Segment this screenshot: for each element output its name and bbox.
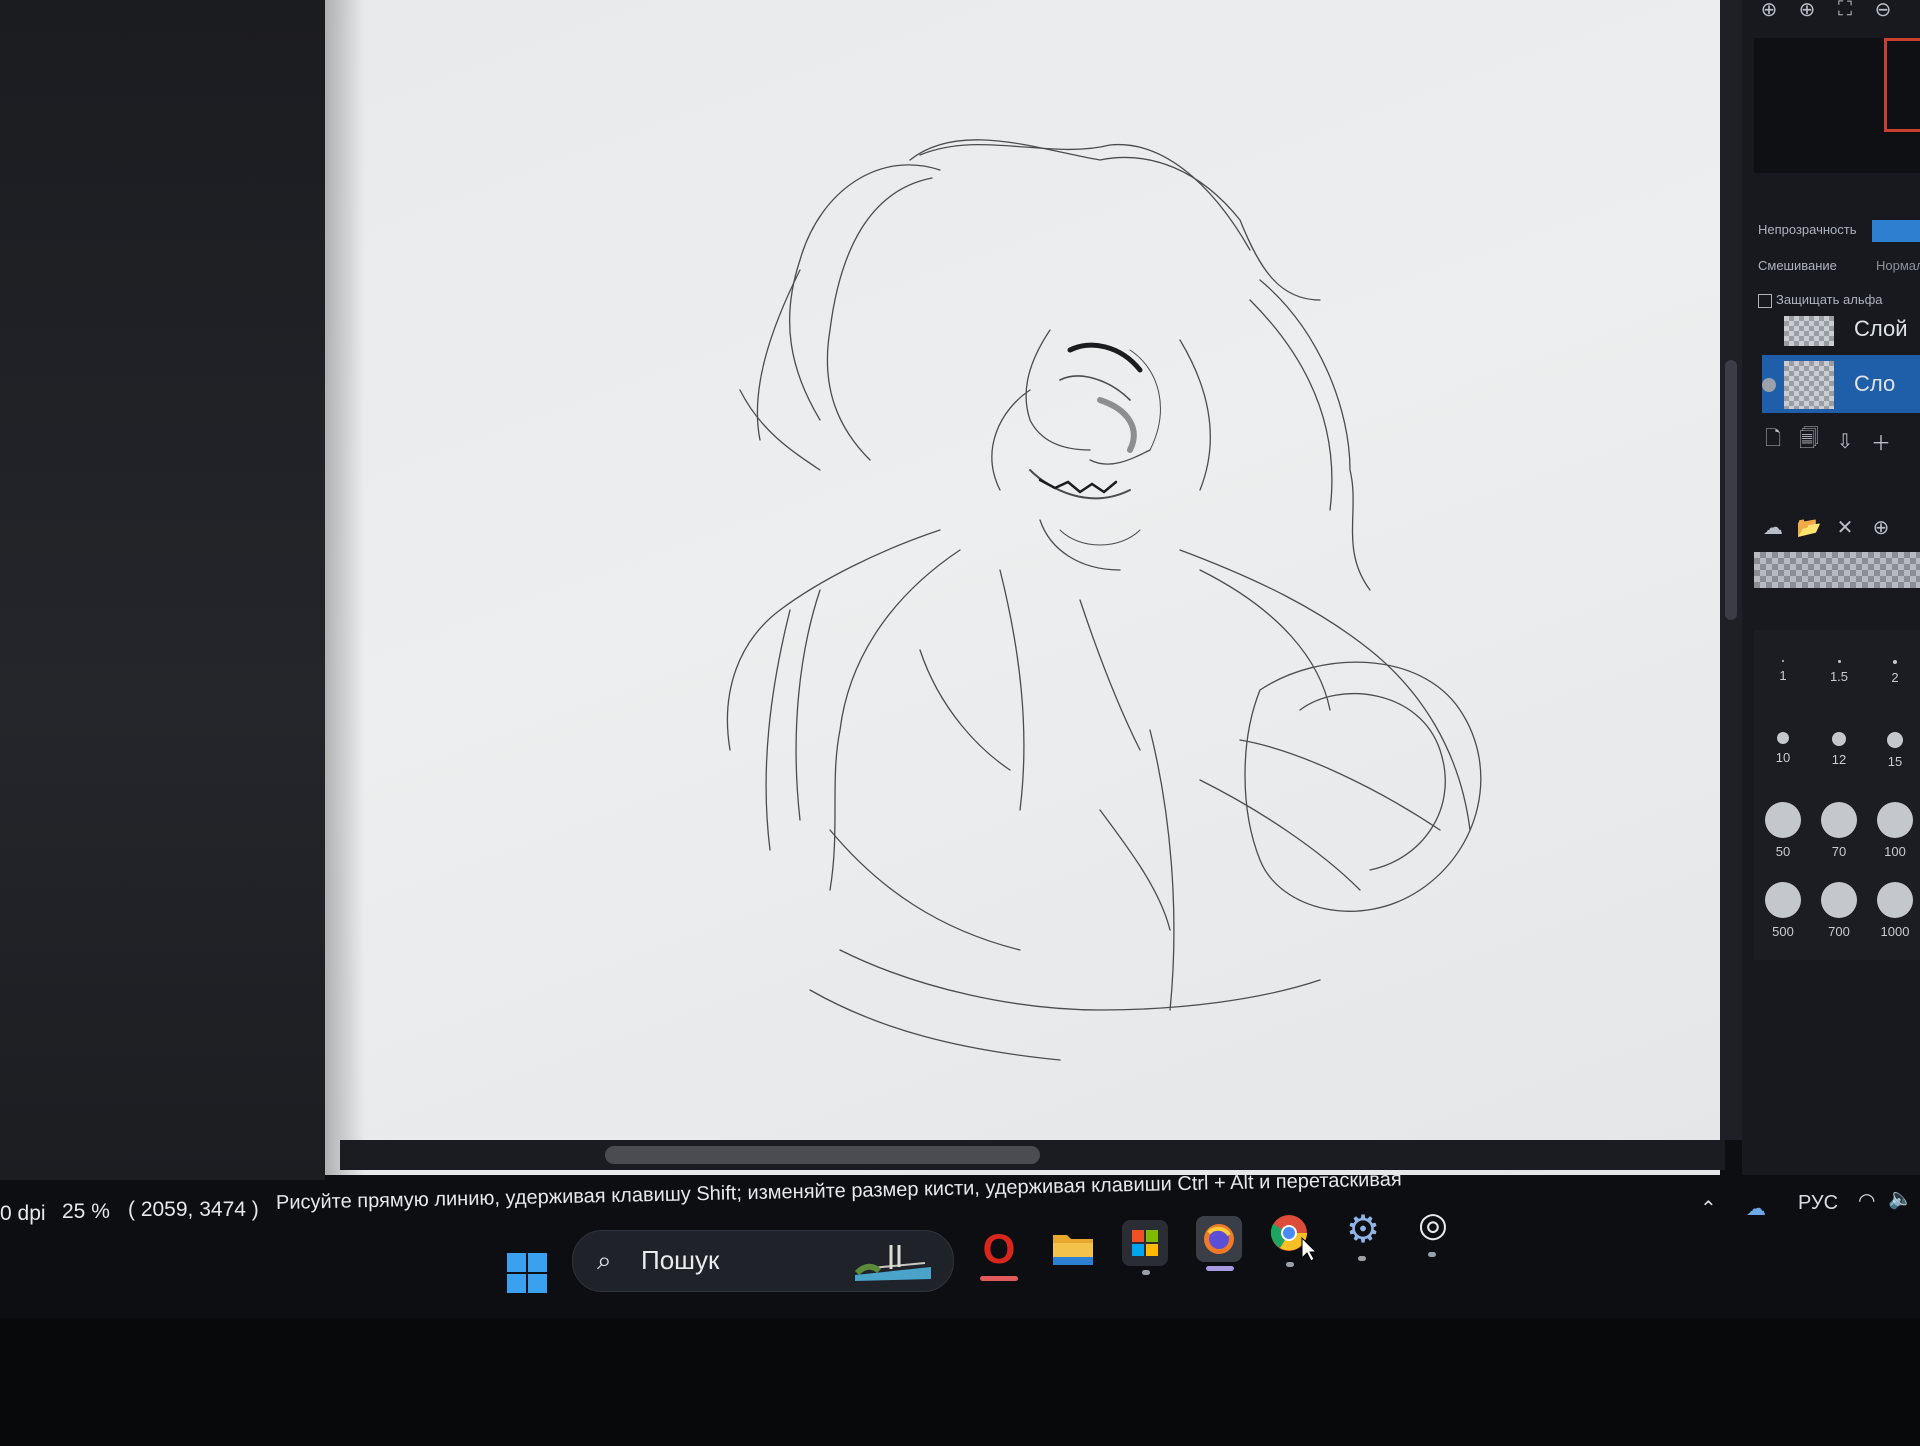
close-icon[interactable]: ✕ <box>1832 514 1858 540</box>
new-layer-icon[interactable]: 🗋 <box>1760 428 1786 454</box>
chevron-up-icon[interactable]: ⌃ <box>1700 1196 1717 1221</box>
language-indicator[interactable]: РУС <box>1798 1192 1838 1215</box>
status-coordinates: ( 2059, 3474 ) <box>128 1198 259 1221</box>
open-folder-icon[interactable]: 📂 <box>1796 514 1822 540</box>
brush-size-option[interactable]: 10 <box>1754 732 1812 765</box>
horizontal-scroll-thumb[interactable] <box>605 1146 1040 1164</box>
workspace-background <box>0 0 325 1180</box>
store-running-indicator <box>1142 1270 1150 1275</box>
bridge-image-icon <box>854 1245 931 1281</box>
protect-alpha-label: Защищать альфа <box>1776 292 1883 307</box>
firefox-icon[interactable] <box>1196 1216 1242 1262</box>
opacity-slider[interactable] <box>1872 220 1920 242</box>
vertical-scroll-thumb[interactable] <box>1725 360 1737 620</box>
zoom-in-icon[interactable]: ⊕ <box>1756 0 1782 22</box>
wifi-icon[interactable]: ◠ <box>1858 1188 1875 1213</box>
zoom-icon[interactable]: ⊕ <box>1868 514 1894 540</box>
file-explorer-icon[interactable] <box>1050 1224 1096 1270</box>
brush-size-palette: 1 1.5 2 10 12 15 50 70 100 500 700 1000 <box>1754 630 1920 960</box>
pencil-sketch-artwork <box>726 139 1482 1061</box>
brush-size-value: 100 <box>1884 844 1906 859</box>
start-icon[interactable] <box>504 1250 550 1296</box>
layer-thumbnail <box>1784 361 1834 409</box>
status-bar: 0 dpi 25 % ( 2059, 3474 ) Рисуйте прямую… <box>0 1168 1920 1228</box>
layer-thumbnail <box>1784 316 1834 346</box>
monitor-bezel <box>0 1318 1920 1446</box>
brush-size-option[interactable]: 50 <box>1754 802 1812 859</box>
brush-size-option[interactable]: 700 <box>1810 882 1868 939</box>
firefox-active-indicator <box>1206 1266 1234 1271</box>
horizontal-scrollbar[interactable] <box>340 1140 1725 1170</box>
add-layer-menu-icon[interactable]: ＋ <box>1868 428 1894 455</box>
layer-item[interactable]: Слой <box>1762 310 1920 350</box>
layer-visibility-icon[interactable] <box>1762 378 1776 392</box>
brush-size-value: 1.5 <box>1829 669 1849 684</box>
brush-size-value: 500 <box>1772 924 1794 939</box>
brush-size-value: 10 <box>1775 750 1791 765</box>
brush-size-value: 15 <box>1887 754 1903 769</box>
search-icon: ⌕ <box>597 1245 612 1275</box>
layer-name: Слой <box>1854 316 1908 341</box>
brush-size-value: 1000 <box>1880 924 1910 939</box>
brush-size-option[interactable]: 2 <box>1866 660 1920 685</box>
volume-icon[interactable]: 🔈 <box>1888 1186 1913 1211</box>
status-zoom: 25 % <box>62 1200 110 1223</box>
status-dpi: 0 dpi <box>0 1202 46 1225</box>
brush-size-option[interactable]: 1 <box>1754 660 1812 683</box>
brush-size-value: 70 <box>1831 844 1847 859</box>
brush-size-option[interactable]: 100 <box>1866 802 1920 859</box>
merge-layer-icon[interactable]: ⇩ <box>1832 428 1858 454</box>
settings-running-indicator <box>1358 1256 1366 1261</box>
duplicate-layer-icon[interactable]: 🗐 <box>1796 428 1822 454</box>
canvas-edge-shadow <box>325 0 365 1175</box>
right-side-panel: ⊕ ⊕ ⛶ ⊖ Непрозрачность Смешивание Нормал… <box>1742 0 1920 1175</box>
taskbar-search-box[interactable]: ⌕ Пошук <box>572 1230 954 1292</box>
blend-mode-select[interactable]: Нормал <box>1876 258 1920 273</box>
brush-size-value: 2 <box>1891 670 1899 685</box>
brush-size-option[interactable]: 12 <box>1810 732 1868 767</box>
brush-preview-strip <box>1754 552 1920 588</box>
opera-icon[interactable]: O <box>976 1225 1022 1272</box>
store-icon[interactable] <box>1122 1220 1168 1266</box>
onedrive-icon[interactable]: ☁ <box>1746 1196 1766 1221</box>
opacity-label: Непрозрачность <box>1758 222 1857 237</box>
brush-size-value: 700 <box>1828 924 1850 939</box>
brush-size-value: 50 <box>1775 844 1791 859</box>
layer-item-active[interactable]: Сло <box>1762 355 1920 413</box>
brush-size-value: 1 <box>1779 668 1787 683</box>
chrome-running-indicator <box>1286 1262 1294 1267</box>
brush-size-option[interactable]: 500 <box>1754 882 1812 939</box>
status-hint: Рисуйте прямую линию, удерживая клавишу … <box>275 1168 1402 1214</box>
vertical-scrollbar[interactable] <box>1720 0 1742 1140</box>
layer-name: Сло <box>1854 371 1896 396</box>
cloud-icon[interactable]: ☁ <box>1760 514 1786 540</box>
opera-active-indicator <box>980 1276 1018 1281</box>
zoom-out-icon[interactable]: ⊖ <box>1870 0 1896 22</box>
settings-icon[interactable]: ⚙ <box>1340 1206 1386 1252</box>
brush-size-value: 12 <box>1831 752 1847 767</box>
navigator-viewport-frame[interactable] <box>1884 38 1920 132</box>
brush-size-option[interactable]: 15 <box>1866 732 1920 769</box>
protect-alpha-checkbox[interactable] <box>1758 294 1772 308</box>
brush-size-option[interactable]: 1.5 <box>1810 660 1868 684</box>
search-placeholder: Пошук <box>641 1245 720 1275</box>
brush-size-option[interactable]: 1000 <box>1866 882 1920 939</box>
app-icon[interactable]: ◎ <box>1410 1202 1456 1248</box>
fit-to-screen-icon[interactable]: ⛶ <box>1832 0 1858 22</box>
blend-label: Смешивание <box>1758 258 1837 273</box>
app-running-indicator <box>1428 1252 1436 1257</box>
zoom-in-plus-icon[interactable]: ⊕ <box>1794 0 1820 22</box>
brush-size-option[interactable]: 70 <box>1810 802 1868 859</box>
mouse-cursor-icon <box>1301 1236 1318 1262</box>
